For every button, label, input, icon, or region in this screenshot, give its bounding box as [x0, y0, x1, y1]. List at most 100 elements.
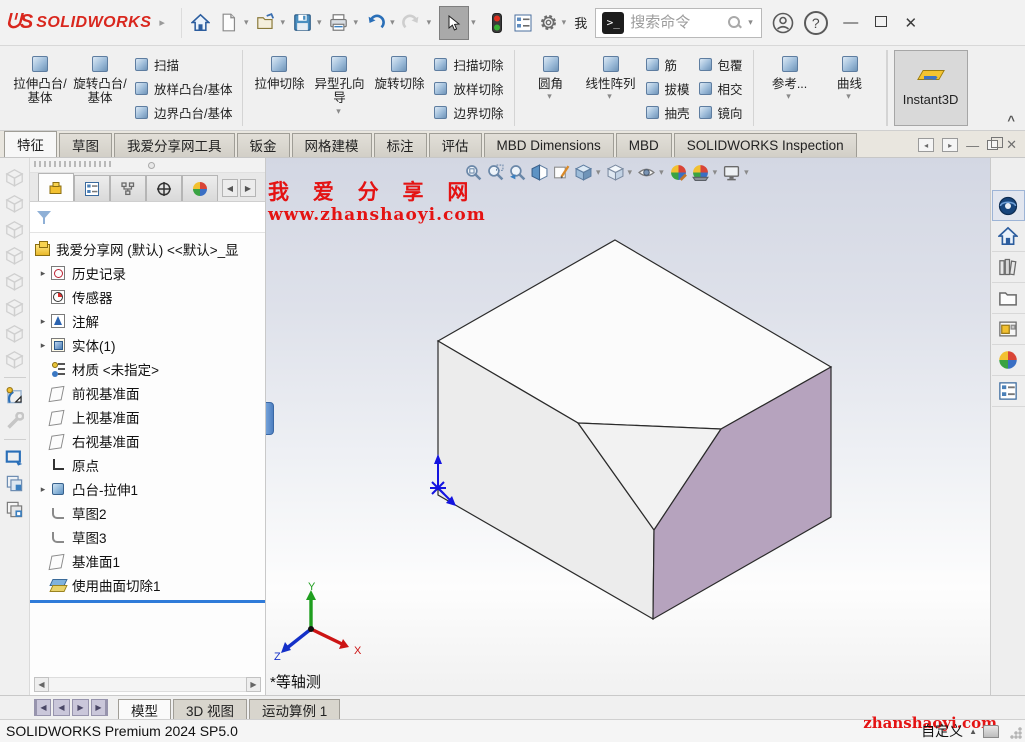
maximize-button[interactable] — [866, 14, 896, 31]
revolved-boss-base-button[interactable]: 旋转凸台/基体 — [70, 50, 130, 126]
display-style-button[interactable] — [606, 162, 625, 183]
extruded-boss-base-button[interactable]: 拉伸凸台/基体 — [10, 50, 70, 126]
revolved-cut-button[interactable]: 旋转切除 — [369, 50, 429, 126]
tree-item[interactable]: 使用曲面切除1 — [30, 573, 265, 597]
minimize-button[interactable]: — — [836, 14, 866, 31]
open-document-dropdown[interactable]: ▾ — [280, 17, 285, 28]
rebuild-button[interactable] — [484, 10, 510, 36]
new-sketch-button[interactable] — [3, 384, 27, 407]
tab-评估[interactable]: 评估 — [429, 133, 482, 157]
displaymanager-tab[interactable] — [182, 175, 218, 201]
tree-filter-input[interactable] — [58, 210, 259, 225]
boundary-cut-button[interactable]: 边界切除 — [433, 103, 503, 122]
new-document-button[interactable] — [216, 10, 242, 36]
bottom-tab-3D 视图[interactable]: 3D 视图 — [173, 699, 247, 720]
featuremanager-design-tree-tab[interactable] — [38, 173, 74, 201]
tab-MBD Dimensions[interactable]: MBD Dimensions — [484, 133, 614, 157]
curves-dropdown[interactable]: ▾ — [846, 91, 851, 101]
graphics-area[interactable]: 我 爱 分 享 网 www.zhanshaoyi.com ▾▾▾▾▾ — [266, 158, 990, 695]
scroll-left-icon[interactable]: ◀ — [34, 677, 49, 692]
draft-button[interactable]: 拔模 — [645, 79, 690, 98]
tree-item[interactable]: 原点 — [30, 453, 265, 477]
view-settings-dropdown[interactable]: ▾ — [744, 167, 749, 178]
3dexperience-button[interactable] — [992, 190, 1025, 221]
tree-item[interactable]: 上视基准面 — [30, 405, 265, 429]
edit-appearance-button[interactable] — [669, 162, 688, 183]
section-view-button[interactable] — [530, 162, 549, 183]
view-orientation-button[interactable] — [574, 162, 593, 183]
redo-dropdown[interactable]: ▾ — [427, 17, 432, 28]
rib-button[interactable]: 筋 — [645, 55, 690, 74]
scroll-right-icon[interactable]: ▶ — [246, 677, 261, 692]
previous-view-button[interactable] — [508, 162, 527, 183]
tab-first-button[interactable]: ◀ — [34, 699, 51, 716]
customize-label[interactable]: 自定义 — [921, 721, 963, 741]
drag-handle-icon[interactable] — [148, 162, 155, 169]
doc-minimize-button[interactable]: — — [966, 138, 979, 153]
swept-cut-button[interactable]: 扫描切除 — [433, 55, 503, 74]
pane-left-button[interactable]: ◂ — [918, 138, 934, 152]
fillet-dropdown[interactable]: ▾ — [547, 91, 552, 101]
view-palette-button[interactable] — [992, 314, 1025, 345]
lofted-boss-base-button[interactable]: 放样凸台/基体 — [134, 79, 232, 98]
expand-arrow-icon[interactable]: ▸ — [36, 340, 50, 351]
home-taskpane-button[interactable] — [992, 221, 1025, 252]
rollback-bar[interactable] — [30, 600, 265, 603]
extruded-cut-button[interactable]: 拉伸切除 — [249, 50, 309, 126]
file-explorer-button[interactable] — [992, 283, 1025, 314]
home-button[interactable] — [188, 10, 214, 36]
intersect-button[interactable]: 相交 — [698, 79, 743, 98]
doc-restore-button[interactable] — [987, 140, 998, 150]
tab-last-button[interactable]: ▶ — [91, 699, 108, 716]
hide-show-items-dropdown[interactable]: ▾ — [659, 167, 664, 178]
wrap-button[interactable]: 包覆 — [698, 55, 743, 74]
new-document-dropdown[interactable]: ▾ — [244, 17, 249, 28]
tab-我爱分享网工具[interactable]: 我爱分享网工具 — [114, 133, 235, 157]
hole-wizard-dropdown[interactable]: ▾ — [336, 106, 341, 116]
tab-特征[interactable]: 特征 — [4, 131, 57, 157]
tree-item[interactable]: ▸凸台-拉伸1 — [30, 477, 265, 501]
tab-钣金[interactable]: 钣金 — [237, 133, 290, 157]
search-command-box[interactable]: >_ ▾ — [595, 8, 762, 38]
tab-next-button[interactable]: ▶ — [72, 699, 89, 716]
model-3d[interactable] — [366, 218, 886, 658]
swept-boss-base-button[interactable]: 扫描 — [134, 55, 232, 74]
options-gear-button[interactable] — [536, 10, 562, 36]
reference-geometry-dropdown[interactable]: ▾ — [786, 91, 791, 101]
apply-scene-button[interactable] — [691, 162, 710, 183]
redo-button[interactable] — [399, 10, 425, 36]
doc-close-button[interactable]: ✕ — [1006, 137, 1017, 153]
tab-草图[interactable]: 草图 — [59, 133, 112, 157]
tree-item[interactable]: 草图3 — [30, 525, 265, 549]
open-document-button[interactable] — [252, 10, 278, 36]
scroll-tabs-left-button[interactable]: ◀ — [222, 179, 238, 197]
display-style-dropdown[interactable]: ▾ — [628, 167, 633, 178]
shell-button[interactable]: 抽壳 — [645, 103, 690, 122]
close-button[interactable]: ✕ — [896, 14, 926, 32]
tree-item[interactable]: ▸实体(1) — [30, 333, 265, 357]
lofted-cut-button[interactable]: 放样切除 — [433, 79, 503, 98]
panel-splitter-handle[interactable] — [266, 402, 274, 435]
undo-dropdown[interactable]: ▾ — [390, 17, 395, 28]
bottom-tab-运动算例 1[interactable]: 运动算例 1 — [249, 699, 340, 720]
curves-button[interactable]: 曲线▾ — [820, 50, 880, 126]
instant3d-button[interactable]: Instant3D — [894, 50, 968, 126]
tab-prev-button[interactable]: ◀ — [53, 699, 70, 716]
tree-item[interactable]: ▸历史记录 — [30, 261, 265, 285]
tab-网格建模[interactable]: 网格建模 — [292, 133, 372, 157]
account-button[interactable] — [770, 10, 796, 36]
mirror-button[interactable]: 镜向 — [698, 103, 743, 122]
tab-MBD[interactable]: MBD — [616, 133, 672, 157]
zoom-area-button[interactable] — [486, 162, 505, 183]
annotation-view-button[interactable] — [552, 162, 571, 183]
propertymanager-tab[interactable] — [74, 175, 110, 201]
linear-pattern-button[interactable]: 线性阵列▾ — [581, 50, 641, 126]
menu-expander-icon[interactable]: ▸ — [159, 16, 165, 29]
expand-arrow-icon[interactable]: ▸ — [36, 316, 50, 327]
tree-item[interactable]: 材质 <未指定> — [30, 357, 265, 381]
ribbon-collapse-button[interactable]: ^ — [1007, 113, 1015, 128]
save-button[interactable] — [289, 10, 315, 36]
design-library-button[interactable] — [992, 252, 1025, 283]
search-icon[interactable] — [728, 16, 742, 30]
appearances-scenes-button[interactable] — [992, 345, 1025, 376]
